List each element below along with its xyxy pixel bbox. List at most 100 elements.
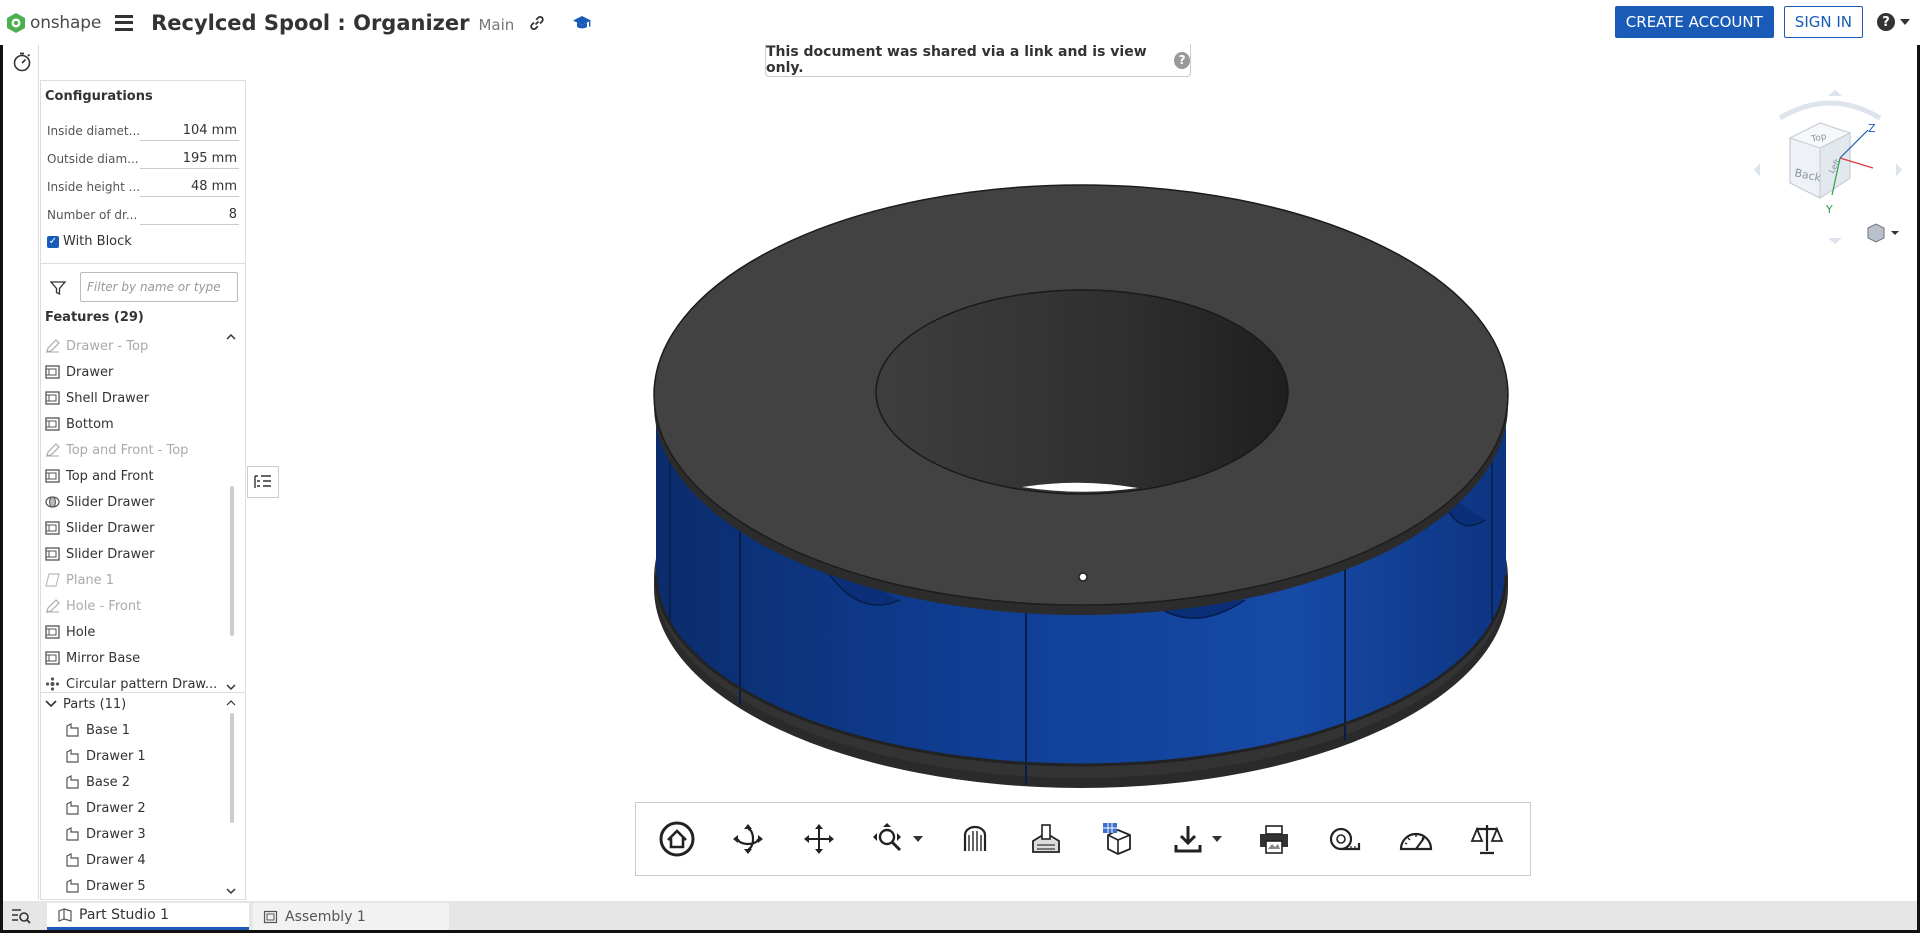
origin-marker [1078, 572, 1088, 582]
rotate-right-icon[interactable] [1896, 163, 1902, 177]
rotate-up-icon[interactable] [1828, 90, 1842, 96]
chevron-down-icon [913, 836, 924, 842]
config-row: Number of dr... 8 [47, 203, 239, 227]
feature-item[interactable]: Hole [45, 619, 235, 645]
config-value[interactable]: 104 mm [140, 121, 239, 141]
print-button[interactable] [1245, 810, 1302, 868]
rotate-left-icon[interactable] [1754, 163, 1760, 177]
feature-label: Circular pattern Draw... [66, 676, 218, 692]
part-item[interactable]: Drawer 5 [45, 873, 235, 899]
part-icon [45, 547, 60, 561]
part-label: Drawer 2 [86, 800, 146, 816]
onshape-logo[interactable]: onshape [6, 12, 101, 34]
display-states-button[interactable] [1089, 810, 1146, 868]
appearance-icon [1032, 824, 1061, 853]
link-icon[interactable] [528, 14, 546, 32]
sign-in-button[interactable]: SIGN IN [1783, 6, 1863, 38]
filter-input[interactable]: Filter by name or type [80, 272, 238, 302]
part-studio-icon [58, 908, 72, 922]
part-icon [65, 775, 80, 789]
section-view-button[interactable] [947, 810, 1004, 868]
top-bar: onshape Recylced Spool : Organizer Main … [0, 0, 1920, 45]
feature-item[interactable]: Hole - Front [45, 593, 235, 619]
chevron-up-icon[interactable] [226, 699, 236, 707]
feature-item[interactable]: Slider Drawer [45, 489, 235, 515]
model-viewport[interactable] [640, 160, 1520, 810]
part-icon [45, 651, 60, 665]
filter-icon[interactable] [49, 279, 67, 297]
part-item[interactable]: Base 2 [45, 769, 235, 795]
mass-properties-icon [1471, 825, 1504, 855]
measure-button[interactable] [1316, 810, 1373, 868]
view-cube[interactable]: Top Back Left Z Y [1750, 88, 1910, 248]
brand-name: onshape [30, 12, 102, 33]
learning-center-icon[interactable] [572, 14, 592, 32]
appearance-button[interactable] [1018, 810, 1075, 868]
list-icon [254, 475, 271, 488]
feature-item[interactable]: Mirror Base [45, 645, 235, 671]
parts-list: Base 1 Drawer 1 Base 2 Drawer 2 Drawer 3 Draw… [45, 717, 235, 899]
part-icon [65, 749, 80, 763]
angle-icon [1400, 832, 1433, 851]
part-icon [45, 625, 60, 639]
feature-label: Slider Drawer [66, 494, 155, 510]
chevron-down-icon [45, 700, 57, 708]
help-menu[interactable]: ? [1877, 13, 1910, 31]
feature-label: Drawer - Top [66, 338, 149, 354]
zoom-button[interactable] [862, 810, 933, 868]
config-label: Outside diam... [47, 152, 139, 166]
search-tabs-icon[interactable] [11, 907, 31, 925]
rotate-icon [732, 824, 763, 854]
revolve-icon [45, 495, 60, 509]
create-account-button[interactable]: CREATE ACCOUNT [1614, 6, 1774, 38]
config-value[interactable]: 48 mm [140, 177, 239, 197]
angle-button[interactable] [1388, 810, 1445, 868]
section-view-icon [964, 825, 987, 851]
export-button[interactable] [1160, 810, 1231, 868]
document-tab-bar: Part Studio 1 Assembly 1 [3, 901, 1917, 930]
part-icon [45, 391, 60, 405]
part-item[interactable]: Drawer 4 [45, 847, 235, 873]
tab-part-studio-1[interactable]: Part Studio 1 [47, 903, 249, 930]
feature-item[interactable]: Drawer - Top [45, 333, 235, 359]
help-icon[interactable]: ? [1174, 51, 1190, 69]
history-icon[interactable] [11, 51, 33, 73]
branch-label[interactable]: Main [478, 16, 514, 34]
feature-list-toggle[interactable] [247, 466, 279, 498]
pan-button[interactable] [790, 810, 847, 868]
parts-header[interactable]: Parts (11) [45, 691, 126, 717]
chevron-down-icon[interactable] [226, 887, 236, 895]
rotate-button[interactable] [719, 810, 776, 868]
feature-list: Drawer - Top Drawer Shell Drawer Bottom Top … [45, 333, 235, 697]
feature-item[interactable]: Bottom [45, 411, 235, 437]
feature-item[interactable]: Slider Drawer [45, 515, 235, 541]
feature-label: Hole - Front [66, 598, 142, 614]
part-item[interactable]: Base 1 [45, 717, 235, 743]
feature-item[interactable]: Top and Front - Top [45, 437, 235, 463]
part-item[interactable]: Drawer 3 [45, 821, 235, 847]
part-item[interactable]: Drawer 1 [45, 743, 235, 769]
chevron-down-icon[interactable] [226, 683, 236, 691]
view-options-icon[interactable] [1867, 223, 1899, 243]
part-icon [45, 417, 60, 431]
with-block-checkbox[interactable]: ✓ With Block [47, 234, 132, 249]
feature-item[interactable]: Top and Front [45, 463, 235, 489]
tab-assembly-1[interactable]: Assembly 1 [253, 903, 449, 930]
menu-icon[interactable] [115, 14, 134, 31]
part-item[interactable]: Drawer 2 [45, 795, 235, 821]
view-only-banner: This document was shared via a link and … [765, 44, 1191, 77]
pattern-icon [45, 677, 60, 691]
part-label: Drawer 3 [86, 826, 146, 842]
sketch-icon [45, 339, 60, 353]
parts-header-label: Parts (11) [63, 696, 127, 712]
mass-properties-button[interactable] [1459, 810, 1516, 868]
feature-item[interactable]: Slider Drawer [45, 541, 235, 567]
home-view-button[interactable] [648, 810, 705, 868]
feature-item[interactable]: Plane 1 [45, 567, 235, 593]
rotate-down-icon[interactable] [1828, 238, 1842, 244]
sketch-icon [45, 443, 60, 457]
config-value[interactable]: 195 mm [140, 149, 239, 169]
feature-item[interactable]: Drawer [45, 359, 235, 385]
feature-item[interactable]: Shell Drawer [45, 385, 235, 411]
config-value[interactable]: 8 [140, 205, 239, 225]
